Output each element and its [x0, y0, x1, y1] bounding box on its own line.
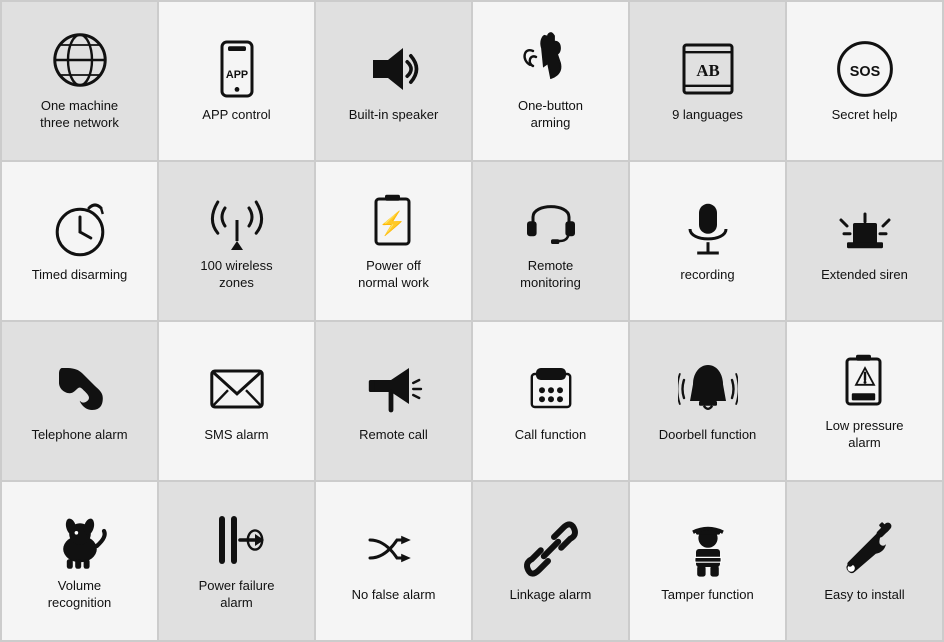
cell-label: No false alarm	[352, 587, 436, 604]
cell-label: Low pressurealarm	[825, 418, 903, 452]
cell-label: Power offnormal work	[358, 258, 429, 292]
wireless-icon	[207, 190, 267, 250]
cell-label: Easy to install	[824, 587, 904, 604]
cell-linkage: Linkage alarm	[472, 481, 629, 641]
battery-charge-icon: ⚡	[364, 190, 424, 250]
cell-label: 9 languages	[672, 107, 743, 124]
app-icon: APP	[207, 39, 267, 99]
svg-text:SOS: SOS	[849, 64, 880, 80]
cell-label: Telephone alarm	[31, 427, 127, 444]
cell-tamper: Tamper function	[629, 481, 786, 641]
svg-text:AB: AB	[696, 61, 719, 80]
sos-icon: SOS	[835, 39, 895, 99]
cell-low-pressure: Low pressurealarm	[786, 321, 943, 481]
cell-sms: SMS alarm	[158, 321, 315, 481]
cell-one-machine: One machinethree network	[1, 1, 158, 161]
siren-icon	[835, 199, 895, 259]
cell-label: Remotemonitoring	[520, 258, 581, 292]
power-fail-icon	[207, 510, 267, 570]
touch-icon	[521, 30, 581, 90]
cell-recording: recording	[629, 161, 786, 321]
cell-label: Power failurealarm	[199, 578, 275, 612]
cell-label: recording	[680, 267, 734, 284]
cell-doorbell: Doorbell function	[629, 321, 786, 481]
cell-label: SMS alarm	[204, 427, 268, 444]
wrench-icon	[835, 519, 895, 579]
cell-power-failure: Power failurealarm	[158, 481, 315, 641]
envelope-icon	[207, 359, 267, 419]
cell-sos: SOS Secret help	[786, 1, 943, 161]
cell-telephone: Telephone alarm	[1, 321, 158, 481]
cell-easy-install: Easy to install	[786, 481, 943, 641]
cell-label: Tamper function	[661, 587, 754, 604]
cell-label: Timed disarming	[32, 267, 128, 284]
phone-old-icon	[50, 359, 110, 419]
cell-one-button: One-buttonarming	[472, 1, 629, 161]
worker-icon	[678, 519, 738, 579]
cell-label: Call function	[515, 427, 587, 444]
cell-label: Extended siren	[821, 267, 908, 284]
cell-label: Secret help	[832, 107, 898, 124]
cell-label: Built-in speaker	[349, 107, 439, 124]
cell-label: Volumerecognition	[48, 578, 112, 612]
cell-label: Doorbell function	[659, 427, 757, 444]
megaphone-icon	[364, 359, 424, 419]
cell-no-false: No false alarm	[315, 481, 472, 641]
headset-icon	[521, 190, 581, 250]
cell-wireless: 100 wirelesszones	[158, 161, 315, 321]
feature-grid: One machinethree network APP APP control…	[0, 0, 944, 642]
cell-languages: AB 9 languages	[629, 1, 786, 161]
cell-remote-monitor: Remotemonitoring	[472, 161, 629, 321]
cell-label: One-buttonarming	[518, 98, 583, 132]
cell-siren: Extended siren	[786, 161, 943, 321]
bell-ring-icon	[678, 359, 738, 419]
cell-label: Remote call	[359, 427, 428, 444]
dog-icon	[50, 510, 110, 570]
cell-label: APP control	[202, 107, 270, 124]
cell-remote-call: Remote call	[315, 321, 472, 481]
telephone-icon	[521, 359, 581, 419]
cell-volume: Volumerecognition	[1, 481, 158, 641]
cell-timed: Timed disarming	[1, 161, 158, 321]
battery-low-icon	[835, 350, 895, 410]
book-icon: AB	[678, 39, 738, 99]
mic-icon	[678, 199, 738, 259]
cell-label: Linkage alarm	[510, 587, 592, 604]
cell-poweroff: ⚡ Power offnormal work	[315, 161, 472, 321]
cell-app-control: APP APP control	[158, 1, 315, 161]
chain-icon	[521, 519, 581, 579]
svg-text:APP: APP	[225, 69, 247, 81]
cell-speaker: Built-in speaker	[315, 1, 472, 161]
svg-text:⚡: ⚡	[378, 210, 406, 237]
cell-label: 100 wirelesszones	[200, 258, 272, 292]
clock-icon	[50, 199, 110, 259]
speaker-icon	[364, 39, 424, 99]
globe-icon	[50, 30, 110, 90]
cell-call: Call function	[472, 321, 629, 481]
cell-label: One machinethree network	[40, 98, 119, 132]
shuffle-icon	[364, 519, 424, 579]
